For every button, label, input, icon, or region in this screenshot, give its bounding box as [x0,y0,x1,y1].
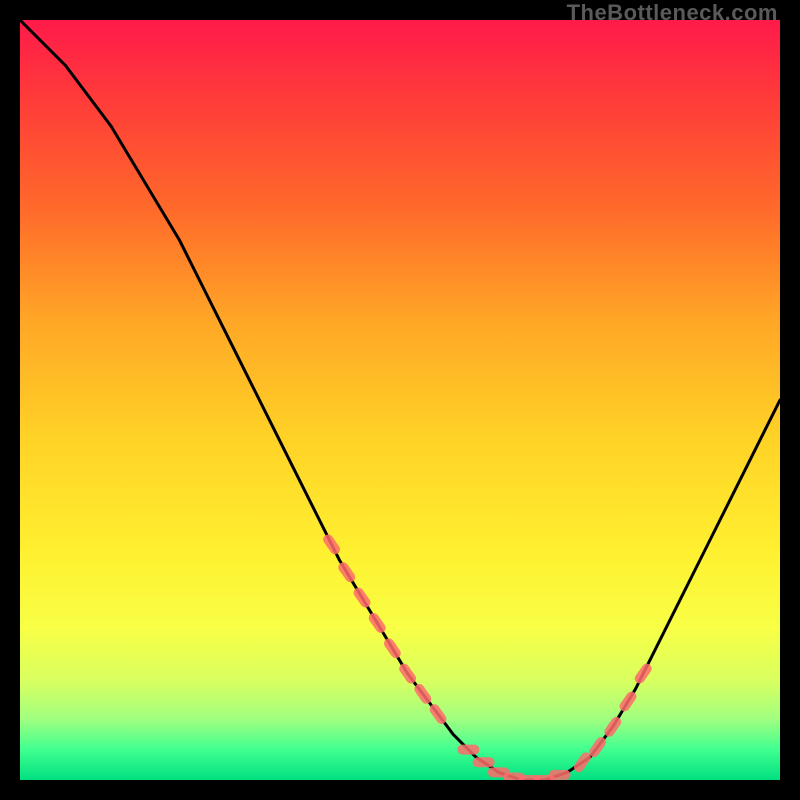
marker-pill [367,611,388,635]
marker-cluster-right [572,662,654,774]
marker-pill [457,745,479,755]
marker-pill [321,533,342,557]
chart-frame: TheBottleneck.com [0,0,800,800]
marker-pill [633,662,654,686]
marker-pill [473,757,495,767]
marker-pill [382,636,403,660]
plot-area [20,20,780,780]
marker-pill [336,560,357,584]
chart-svg [20,20,780,780]
marker-pill [352,586,373,610]
marker-cluster-bottom [457,745,570,780]
marker-pill [618,690,639,714]
marker-pill [549,770,571,780]
